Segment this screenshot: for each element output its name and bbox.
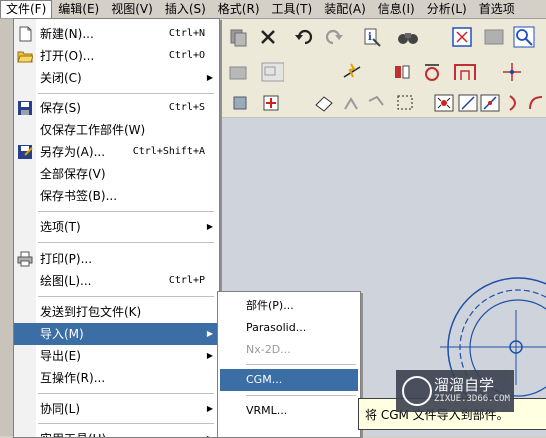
curve-icon[interactable] <box>502 91 526 115</box>
submenu-item-cgm[interactable]: CGM... <box>220 369 358 391</box>
undo-icon[interactable] <box>292 25 316 49</box>
menu-item-save-all[interactable]: 全部保存(V) <box>14 163 219 185</box>
menu-item-plot[interactable]: 绘图(L)... Ctrl+P <box>14 270 219 292</box>
menu-assembly[interactable]: 装配(A) <box>318 0 372 18</box>
menu-item-options[interactable]: 选项(T) ▶ <box>14 216 219 238</box>
menu-item-save-work-part[interactable]: 仅保存工作部件(W) <box>14 119 219 141</box>
menu-separator <box>38 296 214 297</box>
watermark: 溜溜自学 ZIXUE.3D66.COM <box>396 370 514 412</box>
snap-icon[interactable] <box>340 60 364 84</box>
sketch-icon[interactable] <box>260 60 284 84</box>
menu-item-save-bookmark[interactable]: 保存书签(B)... <box>14 185 219 207</box>
submenu-arrow-icon: ▶ <box>207 428 213 437</box>
new-file-icon <box>17 26 33 42</box>
submenu-arrow-icon: ▶ <box>206 329 213 338</box>
menu-preferences[interactable]: 首选项 <box>473 0 521 18</box>
menu-item-new[interactable]: 新建(N)... Ctrl+N <box>14 23 219 45</box>
menu-separator <box>246 364 356 365</box>
frame-icon[interactable] <box>452 60 476 84</box>
menu-separator <box>246 395 356 396</box>
delete-icon[interactable] <box>256 25 280 49</box>
menu-item-utilities[interactable]: 实用工具(U) ▶ <box>14 428 219 437</box>
menu-item-collaborate[interactable]: 协同(L) ▶ <box>14 398 219 420</box>
menu-file[interactable]: 文件(F) <box>0 0 53 18</box>
menu-analysis[interactable]: 分析(L) <box>421 0 473 18</box>
menu-bar: 文件(F) 编辑(E) 视图(V) 插入(S) 格式(R) 工具(T) 装配(A… <box>0 0 546 19</box>
arc-icon[interactable] <box>524 91 546 115</box>
fit-view-icon[interactable] <box>450 25 474 49</box>
feature-icon[interactable] <box>226 60 250 84</box>
measure-icon[interactable] <box>390 60 414 84</box>
angle-icon[interactable] <box>420 60 444 84</box>
menu-format[interactable]: 格式(R) <box>212 0 266 18</box>
zoom-icon[interactable] <box>512 25 536 49</box>
menu-separator <box>38 393 214 394</box>
svg-text:i: i <box>368 32 372 43</box>
submenu-arrow-icon: ▶ <box>206 73 213 82</box>
menu-separator <box>38 93 214 94</box>
menu-item-interoperate[interactable]: 互操作(R)... <box>14 367 219 389</box>
open-folder-icon <box>17 48 34 64</box>
snap-points-icon[interactable] <box>432 91 456 115</box>
menu-separator <box>38 242 214 243</box>
menu-information[interactable]: 信息(I) <box>372 0 421 18</box>
submenu-item-part[interactable]: 部件(P)... <box>218 295 360 317</box>
add-point-icon[interactable] <box>260 91 284 115</box>
menu-insert[interactable]: 插入(S) <box>159 0 212 18</box>
import-submenu: 部件(P)... Parasolid... Nx-2D... CGM... VR… <box>217 291 361 438</box>
copy-icon[interactable] <box>226 25 250 49</box>
menu-item-print[interactable]: 打印(P)... <box>14 248 219 270</box>
extend-icon[interactable] <box>364 91 388 115</box>
menu-separator <box>38 423 214 424</box>
eraser-icon[interactable] <box>312 91 336 115</box>
binoculars-icon[interactable] <box>396 25 420 49</box>
zoom-window-icon[interactable] <box>482 25 506 49</box>
menu-item-import[interactable]: 导入(M) ▶ <box>14 323 219 345</box>
submenu-arrow-icon: ▶ <box>206 222 213 231</box>
menu-edit[interactable]: 编辑(E) <box>52 0 105 18</box>
submenu-item-vrml[interactable]: VRML... <box>218 400 360 422</box>
information-icon[interactable]: i <box>360 25 384 49</box>
submenu-arrow-icon: ▶ <box>206 351 213 360</box>
menu-separator <box>38 211 214 212</box>
file-menu: 新建(N)... Ctrl+N 打开(O)... Ctrl+O 关闭(C) ▶ … <box>13 18 220 438</box>
printer-icon <box>17 251 33 267</box>
menu-item-save[interactable]: 保存(S) Ctrl+S <box>14 97 219 119</box>
submenu-item-nx-2d: Nx-2D... <box>246 343 291 356</box>
save-icon <box>17 100 33 116</box>
menu-tools[interactable]: 工具(T) <box>266 0 319 18</box>
menu-item-close[interactable]: 关闭(C) ▶ <box>14 67 219 89</box>
menu-item-save-as[interactable]: 另存为(A)... Ctrl+Shift+A <box>14 141 219 163</box>
menu-item-send-to-package[interactable]: 发送到打包文件(K) <box>14 301 219 323</box>
rectangle-select-icon[interactable] <box>394 91 418 115</box>
watermark-logo-icon <box>402 376 432 406</box>
submenu-arrow-icon: ▶ <box>206 404 213 413</box>
save-as-icon <box>17 144 33 160</box>
trim-icon[interactable] <box>340 91 364 115</box>
select-filter-icon[interactable] <box>228 91 252 115</box>
resource-bar <box>0 19 14 436</box>
submenu-item-parasolid[interactable]: Parasolid... <box>218 317 360 339</box>
line-endpoint-icon[interactable] <box>456 91 480 115</box>
menu-item-open[interactable]: 打开(O)... Ctrl+O <box>14 45 219 67</box>
menu-item-export[interactable]: 导出(E) ▶ <box>14 345 219 367</box>
midpoint-icon[interactable] <box>478 91 502 115</box>
menu-view[interactable]: 视图(V) <box>105 0 159 18</box>
point-icon[interactable] <box>500 60 524 84</box>
redo-icon[interactable] <box>322 25 346 49</box>
